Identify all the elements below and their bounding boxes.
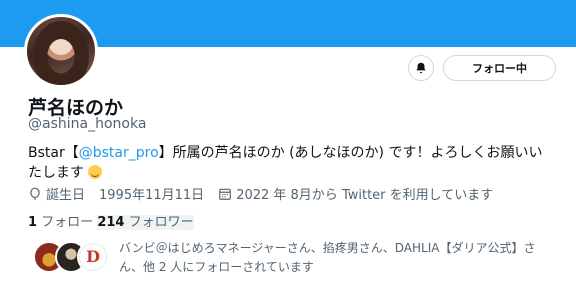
followers-label: フォロワー (124, 215, 194, 230)
profile-meta: 誕生日 1995年11月11日 2022 年 8月から Twitter を利用し… (28, 184, 493, 203)
following-count: 1 (28, 215, 38, 230)
profile-avatar[interactable] (24, 14, 98, 88)
avatar-photo (33, 21, 89, 85)
followed-by-avatars[interactable]: D (33, 241, 113, 275)
birthday-date: 1995年11月11日 (99, 188, 205, 203)
following-label: フォロー (37, 215, 98, 230)
profile-bio: Bstar【@bstar_pro】所属の芦名ほのか (あしなほのか) です！よろ… (28, 143, 554, 183)
bio-mention-link[interactable]: @bstar_pro (79, 145, 159, 161)
joined-date: 2022 年 8月から Twitter を利用しています (236, 188, 494, 203)
follow-stats: 1 フォロー 214 フォロワー (28, 211, 194, 230)
birthday-label: 誕生日 (46, 188, 86, 203)
balloon-icon (28, 187, 42, 201)
user-handle: @ashina_honoka (28, 116, 147, 132)
followers-count: 214 (97, 215, 125, 230)
notifications-button[interactable] (408, 55, 434, 81)
bell-plus-icon (416, 62, 426, 74)
calendar-icon (218, 187, 232, 201)
followed-by-text[interactable]: バンビ＠はじめろマネージャーさん、掐疼男さん、DAHLIA【ダリア公式】さん、他… (119, 239, 559, 277)
bio-text-prefix: Bstar【 (28, 145, 79, 161)
smiling-face-emoji-icon (88, 165, 103, 179)
follower-avatar-dahlia: D (77, 241, 109, 273)
following-link[interactable]: 1 フォロー (28, 215, 97, 230)
following-button[interactable]: フォロー中 (443, 55, 556, 81)
followers-link[interactable]: 214 フォロワー (97, 215, 194, 230)
